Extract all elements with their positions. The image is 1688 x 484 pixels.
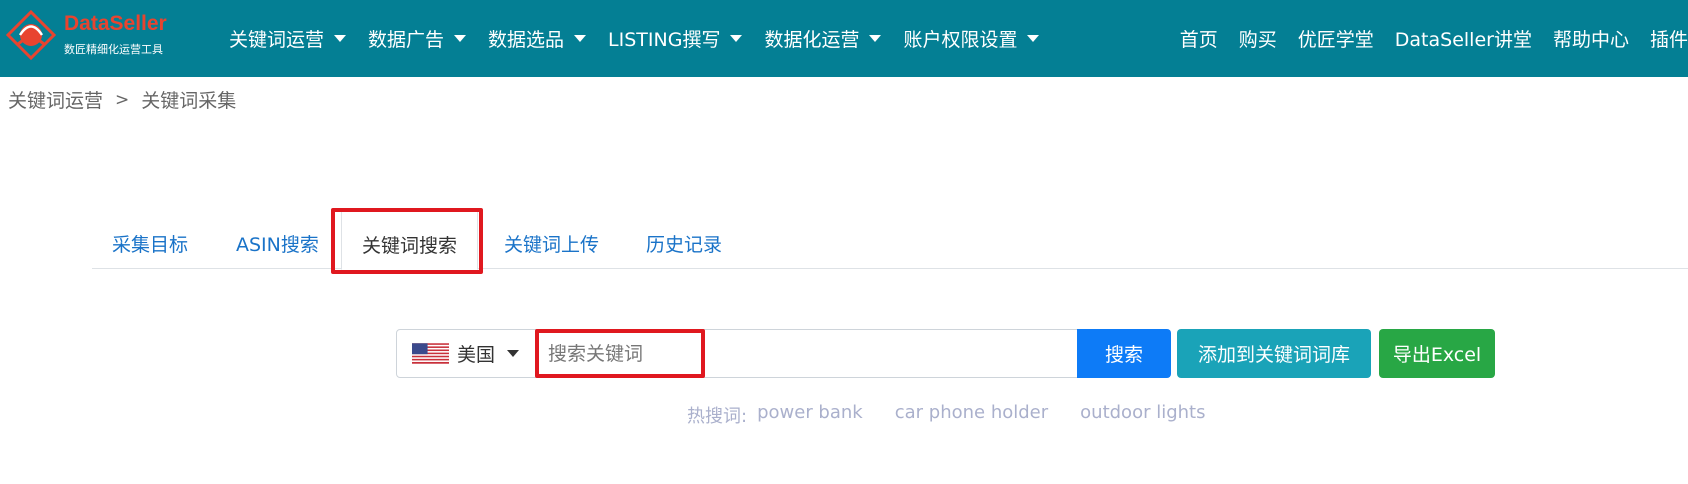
nav-link-home[interactable]: 首页 <box>1180 25 1218 52</box>
hot-word-item[interactable]: outdoor lights <box>1080 402 1205 428</box>
brand-name: DataSeller <box>64 12 167 35</box>
menu-data-ops[interactable]: 数据化运营 <box>764 25 882 52</box>
menu-account-permissions[interactable]: 账户权限设置 <box>903 25 1040 52</box>
hot-words-label: 热搜词: <box>687 406 748 427</box>
menu-label: LISTING撰写 <box>608 29 721 51</box>
caret-down-icon <box>1027 35 1040 42</box>
export-excel-button[interactable]: 导出Excel <box>1379 329 1495 378</box>
add-to-keyword-library-button[interactable]: 添加到关键词词库 <box>1177 329 1371 378</box>
nav-link-help[interactable]: 帮助中心 <box>1553 25 1629 52</box>
menu-product-selection[interactable]: 数据选品 <box>488 25 587 52</box>
menu-label: 关键词运营 <box>229 29 325 51</box>
brand-logo[interactable]: DataSeller 数匠精细化运营工具 <box>6 8 186 68</box>
main-menu: 关键词运营 数据广告 数据选品 LISTING撰写 数据化运营 账户权限设置 <box>229 0 1061 77</box>
dataseller-logo-icon <box>6 10 56 60</box>
menu-listing-writing[interactable]: LISTING撰写 <box>608 25 743 52</box>
search-button[interactable]: 搜索 <box>1077 329 1171 378</box>
caret-down-icon <box>574 35 587 42</box>
nav-link-buy[interactable]: 购买 <box>1239 25 1277 52</box>
nav-links: 首页 购买 优匠学堂 DataSeller讲堂 帮助中心 插件 <box>1159 0 1688 77</box>
nav-link-plugin[interactable]: 插件 <box>1650 25 1688 52</box>
tab-collection-target[interactable]: 采集目标 <box>112 230 188 257</box>
menu-label: 数据化运营 <box>764 29 860 51</box>
caret-down-icon <box>454 35 467 42</box>
tab-bar: 采集目标 ASIN搜索 关键词搜索 关键词上传 历史记录 <box>92 208 1688 270</box>
tab-keyword-search[interactable]: 关键词搜索 <box>341 208 479 270</box>
menu-label: 数据选品 <box>488 29 565 51</box>
caret-down-icon <box>730 35 743 42</box>
country-select[interactable]: 美国 <box>396 329 537 378</box>
menu-data-ads[interactable]: 数据广告 <box>368 25 467 52</box>
breadcrumb: 关键词运营 > 关键词采集 <box>8 86 236 113</box>
breadcrumb-item-keyword-ops[interactable]: 关键词运营 <box>8 86 103 113</box>
hot-words: 热搜词: power bank car phone holder outdoor… <box>687 402 1237 428</box>
breadcrumb-separator: > <box>115 89 130 110</box>
menu-label: 账户权限设置 <box>903 29 1018 51</box>
breadcrumb-item-current: 关键词采集 <box>141 90 237 112</box>
menu-label: 数据广告 <box>368 29 445 51</box>
menu-keyword-ops[interactable]: 关键词运营 <box>229 25 347 52</box>
caret-down-icon <box>334 35 347 42</box>
tab-keyword-upload[interactable]: 关键词上传 <box>504 230 599 257</box>
tab-asin-search[interactable]: ASIN搜索 <box>236 230 319 257</box>
us-flag-icon <box>412 343 449 364</box>
nav-link-lecture[interactable]: DataSeller讲堂 <box>1395 25 1532 52</box>
brand-tagline: 数匠精细化运营工具 <box>64 43 163 56</box>
tab-history[interactable]: 历史记录 <box>646 230 722 257</box>
keyword-search-input[interactable] <box>536 329 1078 378</box>
caret-down-icon <box>869 35 882 42</box>
country-label: 美国 <box>457 344 496 366</box>
nav-link-academy[interactable]: 优匠学堂 <box>1298 25 1374 52</box>
hot-word-item[interactable]: car phone holder <box>895 402 1048 428</box>
hot-word-item[interactable]: power bank <box>757 402 863 428</box>
top-navbar: DataSeller 数匠精细化运营工具 关键词运营 数据广告 数据选品 LIS… <box>0 0 1688 77</box>
caret-down-icon <box>507 350 520 357</box>
